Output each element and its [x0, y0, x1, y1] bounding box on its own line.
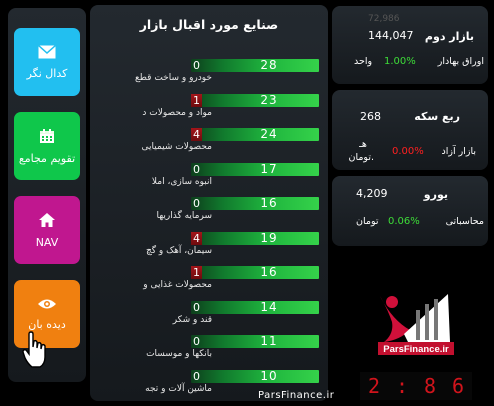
euro-name: محاسباتی	[445, 216, 484, 227]
bond-name: اوراق بهادار	[437, 56, 484, 67]
coin-value: 268	[360, 110, 381, 123]
industry-negative-count: 0	[193, 370, 200, 383]
industry-label: بانکها و موسسات	[146, 349, 212, 359]
clock-minute-tens: 8	[423, 374, 437, 398]
euro-change-pct: 0.06%	[388, 216, 420, 227]
industry-negative-count: 4	[193, 232, 200, 245]
bond-value: 144,047	[368, 29, 414, 42]
industry-row[interactable]: محصولات غذایی و 1 16	[90, 264, 328, 294]
industry-row[interactable]: محصولات شیمیایی 4 24	[90, 126, 328, 156]
euro-value: 4,209	[356, 187, 388, 200]
industry-positive-count: 23	[260, 93, 278, 107]
industry-label: سرمایه گذاریها	[156, 211, 212, 221]
bond-market-card[interactable]: 72,986 بازار دوم 144,047 واحد 1.00% اورا…	[332, 6, 488, 84]
nav-tile-label: NAV	[35, 235, 59, 249]
industry-positive-count: 19	[260, 231, 278, 245]
logo-brand-text: ParsFinance.ir	[383, 344, 449, 355]
coin-change-pct: 0.00%	[392, 146, 424, 157]
watch-tile-label: دیده بان	[28, 317, 66, 331]
industry-negative-count: 0	[193, 335, 200, 348]
euro-card-title: یورو	[423, 188, 448, 201]
industry-positive-count: 16	[260, 196, 278, 210]
industry-row[interactable]: انبوه سازی، املا 0 17	[90, 161, 328, 191]
industry-label: ماشین آلات و تجه	[145, 384, 212, 394]
industry-row[interactable]: سیمان، آهک و گچ 4 19	[90, 230, 328, 260]
coin-card-title: ربع سکه	[414, 110, 460, 123]
industry-positive-count: 17	[260, 162, 278, 176]
industry-label: انبوه سازی، املا	[151, 177, 212, 187]
industry-row[interactable]: خودرو و ساخت قطع 0 28	[90, 57, 328, 87]
quick-menu-panel: کدال نگر تقویم مجامع NAV دیده بان	[8, 8, 86, 382]
codal-tile[interactable]: کدال نگر	[14, 28, 80, 96]
industry-label: خودرو و ساخت قطع	[134, 73, 212, 83]
industry-row[interactable]: مواد و محصولات د 1 23	[90, 92, 328, 122]
hand-pointer-icon	[22, 331, 48, 373]
parsfinance-logo[interactable]: ParsFinance.ir	[370, 290, 456, 356]
industry-row[interactable]: سرمایه گذاریها 0 16	[90, 195, 328, 225]
eye-icon	[37, 298, 57, 310]
industry-positive-count: 24	[260, 127, 278, 141]
calendar-tile-label: تقویم مجامع	[18, 151, 76, 165]
industry-negative-count: 0	[193, 197, 200, 210]
site-url-link[interactable]: ParsFinance.ir	[258, 390, 334, 401]
industry-negative-count: 0	[193, 59, 200, 72]
coin-unit: هـ .تومان	[348, 139, 374, 163]
calendar-icon	[39, 128, 55, 144]
coin-name: بازار آزاد	[441, 146, 476, 157]
industry-positive-count: 16	[260, 265, 278, 279]
euro-unit: تومان	[356, 216, 379, 227]
envelope-icon	[38, 44, 56, 59]
industry-positive-count: 14	[260, 300, 278, 314]
industry-row[interactable]: قند و شکر 0 14	[90, 299, 328, 329]
nav-tile[interactable]: NAV	[14, 196, 80, 264]
industry-label: سیمان، آهک و گچ	[145, 246, 212, 256]
bond-faded-value: 72,986	[368, 14, 400, 24]
euro-card[interactable]: یورو 4,209 تومان 0.06% محاسباتی	[332, 176, 488, 246]
home-icon	[38, 212, 56, 228]
industry-row[interactable]: بانکها و موسسات 0 11	[90, 333, 328, 363]
calendar-tile[interactable]: تقویم مجامع	[14, 112, 80, 180]
industry-negative-count: 1	[193, 94, 200, 107]
industries-panel: صنایع مورد اقبال بازار خودرو و ساخت قطع …	[90, 5, 328, 401]
industry-negative-count: 4	[193, 128, 200, 141]
digital-clock: 2 : 8 6	[360, 372, 472, 400]
industry-label: مواد و محصولات د	[142, 108, 212, 118]
bond-card-title: بازار دوم	[424, 30, 474, 43]
codal-tile-label: کدال نگر	[26, 66, 68, 80]
clock-minute-units: 6	[451, 374, 465, 398]
bond-unit: واحد	[354, 56, 373, 67]
industry-positive-count: 11	[260, 334, 278, 348]
industry-positive-count: 28	[260, 58, 278, 72]
clock-hour: 2	[367, 374, 381, 398]
industry-negative-count: 0	[193, 301, 200, 314]
industries-title: صنایع مورد اقبال بازار	[139, 17, 279, 32]
industry-negative-count: 0	[193, 163, 200, 176]
industry-label: قند و شکر	[172, 315, 212, 325]
industry-negative-count: 1	[193, 266, 200, 279]
bond-change-pct: 1.00%	[384, 56, 416, 67]
industry-label: محصولات شیمیایی	[141, 142, 212, 152]
clock-separator: :	[395, 374, 409, 398]
industry-positive-count: 10	[260, 369, 278, 383]
industry-label: محصولات غذایی و	[143, 280, 212, 290]
coin-card[interactable]: ربع سکه 268 هـ .تومان 0.00% بازار آزاد	[332, 90, 488, 170]
